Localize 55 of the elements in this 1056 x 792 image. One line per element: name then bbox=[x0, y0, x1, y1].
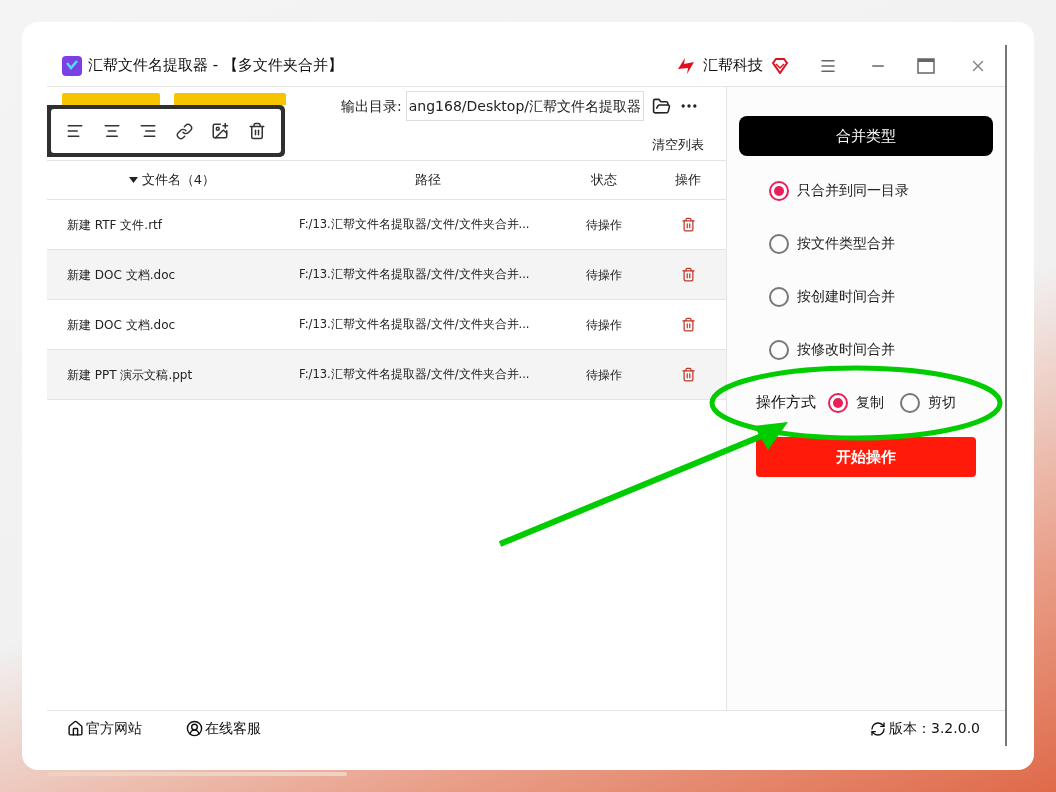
merge-type-header: 合并类型 bbox=[739, 116, 993, 156]
radio-label[interactable]: 只合并到同一目录 bbox=[797, 180, 909, 201]
radio-button[interactable] bbox=[769, 233, 789, 254]
folder-open-icon[interactable] bbox=[652, 96, 671, 116]
radio-label[interactable]: 复制 bbox=[856, 392, 884, 413]
path-cell-text: F:/13.汇帮文件名提取器/文件/文件夹合并... bbox=[298, 215, 531, 233]
file-name-cell-text: 新建 DOC 文档.doc bbox=[66, 316, 177, 334]
output-dir-field[interactable]: ang168/Desktop/汇帮文件名提取器 bbox=[405, 91, 644, 121]
radio-button[interactable] bbox=[769, 339, 789, 360]
status-cell-text: 待操作 bbox=[585, 216, 623, 234]
file-name-cell-text: 新建 RTF 文件.rtf bbox=[66, 216, 164, 234]
column-header[interactable]: 文件名（4） bbox=[47, 161, 297, 199]
align-center-icon[interactable] bbox=[102, 122, 121, 140]
radio-button[interactable] bbox=[900, 392, 920, 413]
file-name-cell-text: 新建 PPT 演示文稿.ppt bbox=[66, 366, 194, 384]
column-header[interactable]: 操作 bbox=[649, 161, 727, 199]
user-icon bbox=[186, 720, 203, 737]
footer-link[interactable]: 在线客服 bbox=[186, 718, 261, 739]
path-cell-text: F:/13.汇帮文件名提取器/文件/文件夹合并... bbox=[298, 365, 531, 383]
path-cell-text: F:/13.汇帮文件名提取器/文件/文件夹合并... bbox=[298, 315, 531, 333]
footer-link[interactable]: 官方网站 bbox=[67, 718, 142, 739]
start-button[interactable]: 开始操作 bbox=[756, 437, 976, 477]
home-icon bbox=[67, 720, 84, 737]
align-right-icon[interactable] bbox=[139, 122, 158, 140]
align-left-icon[interactable] bbox=[66, 122, 85, 140]
output-dir-label: 输出目录: bbox=[341, 96, 402, 116]
table-row[interactable]: 新建 DOC 文档.doc F:/13.汇帮文件名提取器/文件/文件夹合并... 待操作 bbox=[47, 250, 726, 300]
table-row[interactable]: 新建 PPT 演示文稿.ppt F:/13.汇帮文件名提取器/文件/文件夹合并... 待操作 bbox=[47, 350, 726, 400]
status-cell-text: 待操作 bbox=[585, 366, 623, 384]
gem-icon[interactable] bbox=[771, 57, 789, 74]
link-icon[interactable] bbox=[175, 122, 193, 140]
operation-label: 操作方式 bbox=[756, 392, 816, 414]
radio-button[interactable] bbox=[769, 286, 789, 307]
path-cell-text: F:/13.汇帮文件名提取器/文件/文件夹合并... bbox=[298, 265, 531, 283]
brand-name: 汇帮科技 bbox=[703, 55, 763, 77]
file-name-cell-text: 新建 DOC 文档.doc bbox=[66, 266, 177, 284]
sort-caret-icon bbox=[128, 177, 138, 183]
radio-button[interactable] bbox=[769, 180, 789, 201]
radio-label[interactable]: 按修改时间合并 bbox=[797, 339, 895, 360]
radio-button[interactable] bbox=[828, 392, 848, 413]
column-header[interactable]: 路径 bbox=[297, 161, 559, 199]
maximize-icon[interactable] bbox=[917, 57, 935, 74]
status-cell-text: 待操作 bbox=[585, 266, 623, 284]
radio-label[interactable]: 剪切 bbox=[928, 392, 956, 413]
column-header[interactable]: 状态 bbox=[559, 161, 649, 199]
image-icon[interactable] bbox=[211, 122, 230, 140]
app-logo-icon bbox=[62, 55, 82, 76]
window-title: 汇帮文件名提取器 - 【多文件夹合并】 bbox=[88, 55, 343, 77]
clear-list-button[interactable]: 清空列表 bbox=[652, 135, 704, 155]
refresh-icon[interactable] bbox=[870, 720, 886, 737]
delete-icon[interactable] bbox=[247, 122, 266, 140]
status-cell-text: 待操作 bbox=[585, 316, 623, 334]
version-text: 版本：3.2.0.0 bbox=[889, 719, 980, 738]
radio-label[interactable]: 按创建时间合并 bbox=[797, 286, 895, 307]
radio-label[interactable]: 按文件类型合并 bbox=[797, 233, 895, 254]
